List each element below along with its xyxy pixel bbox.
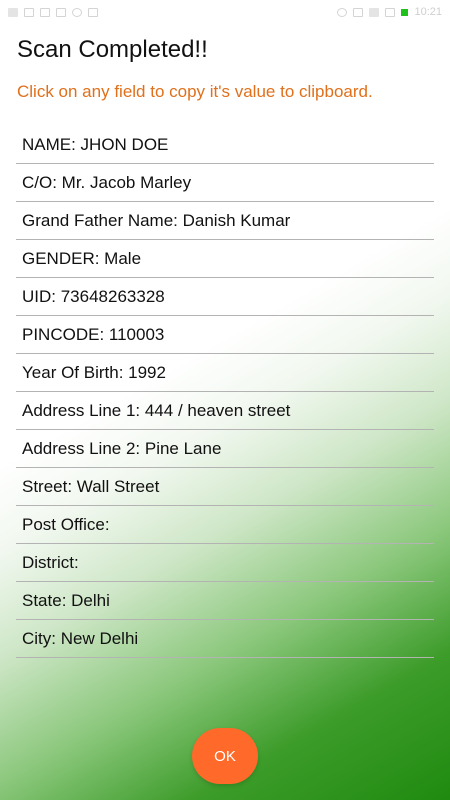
battery-icon [401,8,409,16]
page-title: Scan Completed!! [17,36,208,63]
field-year-of-birth[interactable]: Year Of Birth: 1992 [16,354,434,392]
message-icon [24,7,34,17]
field-state[interactable]: State: Delhi [16,582,434,620]
field-pincode[interactable]: PINCODE: 110003 [16,316,434,354]
field-address-line-2[interactable]: Address Line 2: Pine Lane [16,430,434,468]
status-bar-left [8,7,98,17]
field-care-of[interactable]: C/O: Mr. Jacob Marley [16,164,434,202]
field-gender[interactable]: GENDER: Male [16,240,434,278]
signal-icon [369,7,380,17]
field-district[interactable]: District: [16,544,434,582]
alarm-icon [337,7,348,17]
field-grand-father-name[interactable]: Grand Father Name: Danish Kumar [16,202,434,240]
field-post-office[interactable]: Post Office: [16,506,434,544]
field-street[interactable]: Street: Wall Street [16,468,434,506]
status-time: 10:21 [414,6,442,18]
field-address-line-1[interactable]: Address Line 1: 444 / heaven street [16,392,434,430]
status-bar: 10:21 [0,0,450,24]
status-bar-right: 10:21 [337,6,442,18]
gallery-icon [40,7,50,17]
network-icon [385,7,396,17]
calendar-icon [56,7,66,17]
wifi-icon [353,7,364,17]
notification-icon [8,7,18,17]
field-list: NAME: JHON DOE C/O: Mr. Jacob Marley Gra… [16,126,434,658]
field-name[interactable]: NAME: JHON DOE [16,126,434,164]
instruction-text: Click on any field to copy it's value to… [17,82,373,101]
sync-icon [72,7,82,17]
ok-button[interactable]: OK [192,728,258,784]
download-icon [88,7,98,17]
field-uid[interactable]: UID: 73648263328 [16,278,434,316]
field-city[interactable]: City: New Delhi [16,620,434,658]
